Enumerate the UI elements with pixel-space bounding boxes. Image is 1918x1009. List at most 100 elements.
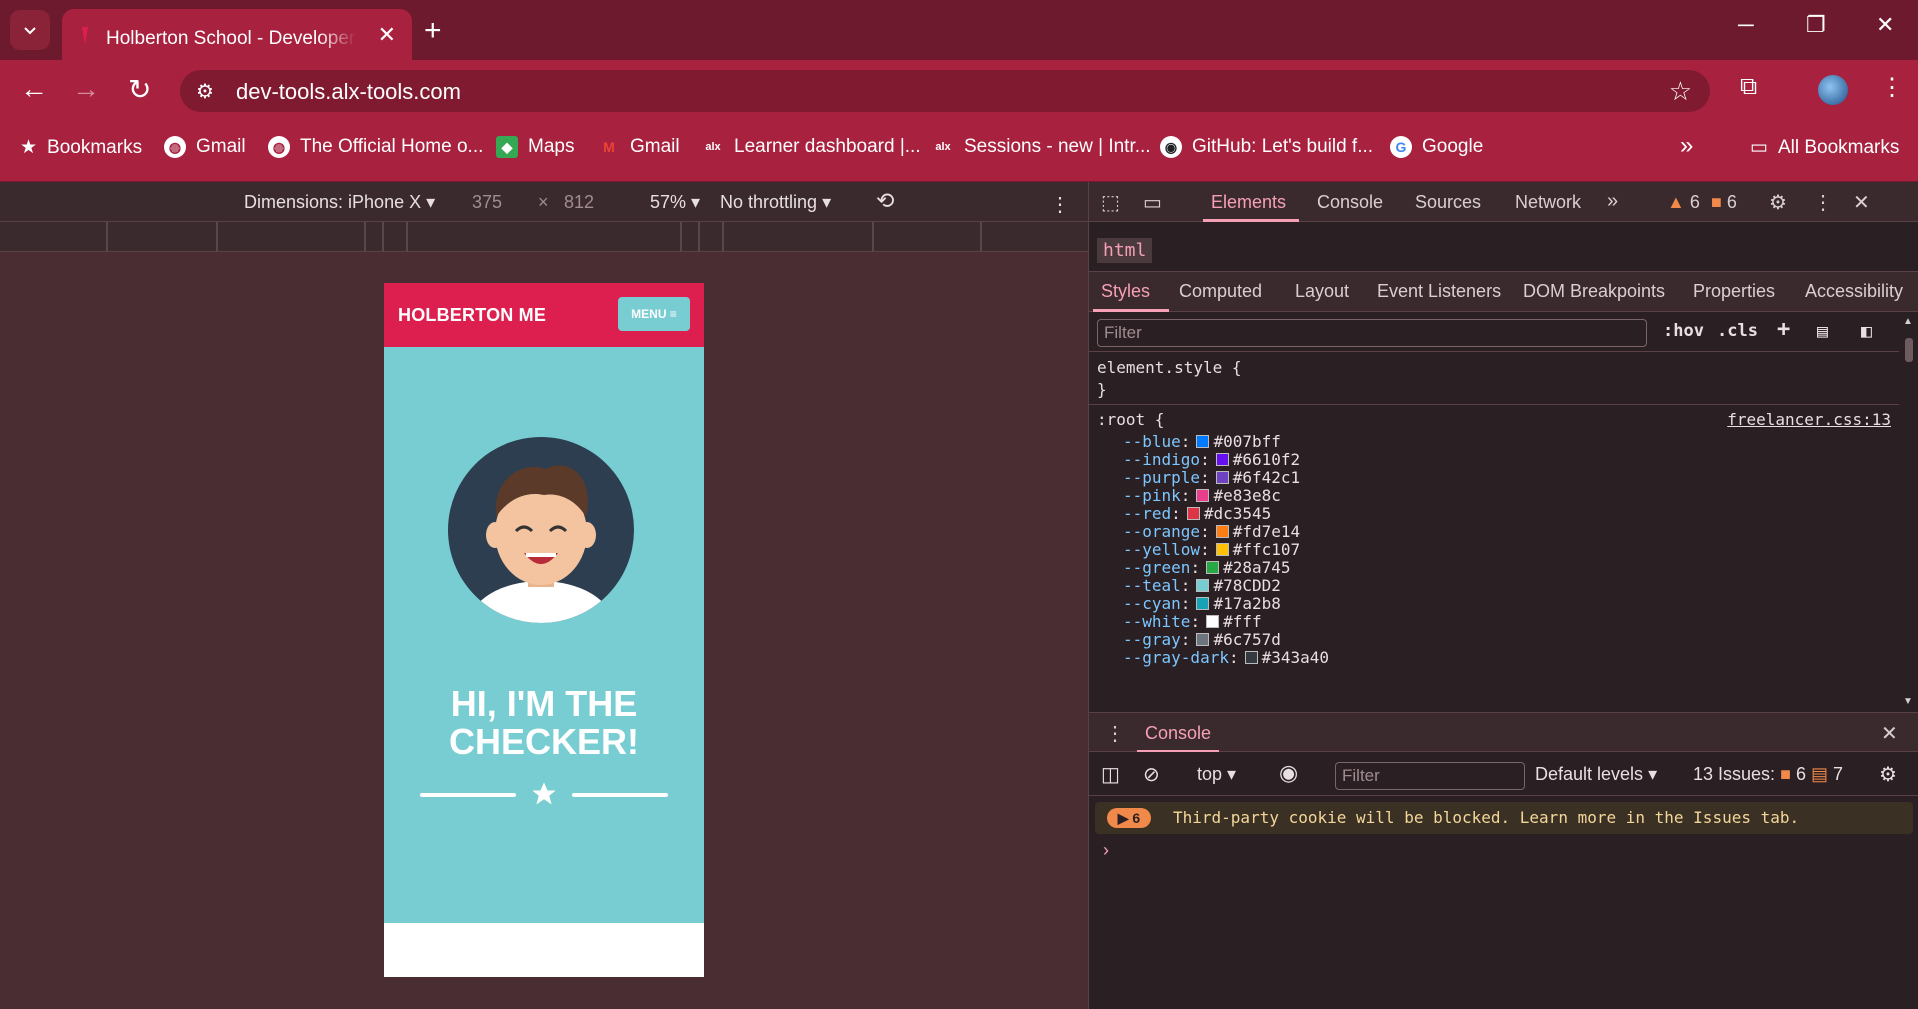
restore-button[interactable]: ❐ xyxy=(1806,12,1826,38)
console-filter-input[interactable]: Filter xyxy=(1335,762,1525,790)
css-variable-value[interactable]: #e83e8c xyxy=(1213,486,1280,505)
console-warning-row[interactable]: ▶ 6 Third-party cookie will be blocked. … xyxy=(1095,802,1913,834)
device-toggle-icon[interactable]: ▭ xyxy=(1143,190,1162,215)
css-variable-row[interactable]: --green: #28a745 xyxy=(1123,558,1291,577)
console-prompt[interactable]: › xyxy=(1103,840,1109,861)
color-swatch[interactable] xyxy=(1215,453,1229,466)
sidebar-toggle-icon[interactable]: ◧ xyxy=(1861,321,1872,342)
cls-toggle[interactable]: .cls xyxy=(1717,321,1758,341)
live-expression-eye-icon[interactable]: ◉ xyxy=(1279,760,1298,786)
profile-avatar[interactable] xyxy=(1818,75,1848,105)
color-swatch[interactable] xyxy=(1206,615,1220,628)
styles-scrollbar[interactable]: ▲ ▼ xyxy=(1899,312,1918,712)
color-swatch[interactable] xyxy=(1215,471,1229,484)
new-tab-button[interactable]: + xyxy=(424,14,442,48)
css-variable-row[interactable]: --orange: #fd7e14 xyxy=(1123,522,1300,541)
bookmark-gmail[interactable]: ◍ Gmail xyxy=(164,136,246,158)
color-swatch[interactable] xyxy=(1215,525,1229,538)
css-variable-value[interactable]: #fd7e14 xyxy=(1233,522,1300,541)
subtab-styles[interactable]: Styles xyxy=(1101,281,1150,302)
bookmark-bookmarks[interactable]: ★ Bookmarks xyxy=(20,136,142,159)
bookmark-google[interactable]: G Google xyxy=(1390,136,1483,158)
warning-count-badge[interactable]: ▶ 6 xyxy=(1107,808,1151,828)
color-swatch[interactable] xyxy=(1215,543,1229,556)
tab-network[interactable]: Network xyxy=(1515,192,1581,213)
browser-tab[interactable]: Holberton School - Developer t ✕ xyxy=(62,9,412,60)
log-levels-select[interactable]: Default levels ▾ xyxy=(1535,764,1657,785)
throttling-select[interactable]: No throttling ▾ xyxy=(720,192,831,213)
site-brand[interactable]: HOLBERTON ME xyxy=(398,305,546,326)
color-swatch[interactable] xyxy=(1196,579,1210,592)
console-settings-gear-icon[interactable]: ⚙ xyxy=(1879,762,1897,787)
css-variable-row[interactable]: --teal: #78CDD2 xyxy=(1123,576,1281,595)
menu-button[interactable]: MENU ≡ xyxy=(618,297,690,331)
subtab-event-listeners[interactable]: Event Listeners xyxy=(1377,281,1501,302)
all-bookmarks-button[interactable]: ▭ All Bookmarks xyxy=(1750,136,1899,159)
subtab-layout[interactable]: Layout xyxy=(1295,281,1349,302)
subtab-accessibility[interactable]: Accessibility xyxy=(1805,281,1903,302)
css-variable-value[interactable]: #17a2b8 xyxy=(1213,594,1280,613)
css-variable-row[interactable]: --purple: #6f42c1 xyxy=(1123,468,1300,487)
issues-counter[interactable]: ■ 6 xyxy=(1711,192,1737,213)
url-text[interactable]: dev-tools.alx-tools.com xyxy=(236,79,461,105)
close-window-button[interactable]: ✕ xyxy=(1876,12,1894,38)
css-variable-row[interactable]: --red: #dc3545 xyxy=(1123,504,1271,523)
close-drawer-icon[interactable]: ✕ xyxy=(1881,721,1898,746)
drawer-tab-console[interactable]: Console xyxy=(1145,723,1211,744)
tab-elements[interactable]: Elements xyxy=(1211,192,1286,213)
css-variable-row[interactable]: --pink: #e83e8c xyxy=(1123,486,1281,505)
css-variable-value[interactable]: #6610f2 xyxy=(1233,450,1300,469)
site-info-icon[interactable]: ⚙ xyxy=(196,79,214,104)
bookmark-learner-dashboard[interactable]: alx Learner dashboard |... xyxy=(702,136,920,158)
source-link[interactable]: freelancer.css:13 xyxy=(1727,410,1891,429)
css-variable-row[interactable]: --blue: #007bff xyxy=(1123,432,1281,451)
extensions-icon[interactable]: ⧉ xyxy=(1740,73,1757,101)
bookmark-github[interactable]: ◉ GitHub: Let's build f... xyxy=(1160,136,1373,158)
height-input[interactable]: 812 xyxy=(564,192,594,213)
clear-console-icon[interactable]: ⊘ xyxy=(1143,762,1160,787)
rotate-icon[interactable]: ⟲ xyxy=(876,188,894,214)
back-arrow-icon[interactable]: ← xyxy=(20,73,48,105)
bookmark-maps[interactable]: ◆ Maps xyxy=(496,136,574,158)
more-bookmarks-icon[interactable]: » xyxy=(1680,132,1693,160)
css-variable-row[interactable]: --indigo: #6610f2 xyxy=(1123,450,1300,469)
drawer-menu-icon[interactable]: ⋮ xyxy=(1105,721,1125,746)
paint-icon[interactable]: ▤ xyxy=(1817,321,1828,342)
context-select[interactable]: top ▾ xyxy=(1197,764,1236,785)
tab-close-icon[interactable]: ✕ xyxy=(378,22,396,48)
tab-console[interactable]: Console xyxy=(1317,192,1383,213)
color-swatch[interactable] xyxy=(1206,561,1220,574)
color-swatch[interactable] xyxy=(1196,489,1210,502)
device-select[interactable]: Dimensions: iPhone X ▾ xyxy=(244,192,435,213)
minimize-button[interactable]: ─ xyxy=(1738,12,1754,38)
issues-summary[interactable]: 13 Issues: ■ 6 ▤ 7 xyxy=(1693,764,1843,785)
zoom-select[interactable]: 57% ▾ xyxy=(650,192,700,213)
css-variable-value[interactable]: #28a745 xyxy=(1223,558,1290,577)
styles-filter-input[interactable]: Filter xyxy=(1097,319,1647,347)
reload-icon[interactable]: ↻ xyxy=(128,73,151,106)
css-variable-value[interactable]: #78CDD2 xyxy=(1213,576,1280,595)
new-rule-icon[interactable]: + xyxy=(1777,317,1790,342)
tab-search-button[interactable] xyxy=(10,10,50,50)
css-variable-row[interactable]: --gray: #6c757d xyxy=(1123,630,1281,649)
color-swatch[interactable] xyxy=(1196,435,1210,448)
css-variable-row[interactable]: --gray-dark: #343a40 xyxy=(1123,648,1329,667)
color-swatch[interactable] xyxy=(1196,597,1210,610)
subtab-computed[interactable]: Computed xyxy=(1179,281,1262,302)
tab-sources[interactable]: Sources xyxy=(1415,192,1481,213)
bookmark-sessions[interactable]: alx Sessions - new | Intr... xyxy=(932,136,1150,158)
width-input[interactable]: 375 xyxy=(472,192,502,213)
color-swatch[interactable] xyxy=(1244,651,1258,664)
inspect-element-icon[interactable]: ⬚ xyxy=(1101,190,1120,215)
chrome-menu-icon[interactable]: ⋮ xyxy=(1880,73,1904,102)
breadcrumb-html[interactable]: html xyxy=(1097,238,1153,263)
more-tabs-icon[interactable]: » xyxy=(1607,190,1618,213)
css-variable-value[interactable]: #007bff xyxy=(1213,432,1280,451)
bookmark-official-home[interactable]: ◍ The Official Home o... xyxy=(268,136,483,158)
css-variable-row[interactable]: --cyan: #17a2b8 xyxy=(1123,594,1281,613)
color-swatch[interactable] xyxy=(1196,633,1210,646)
css-variable-value[interactable]: #343a40 xyxy=(1262,648,1329,667)
close-devtools-icon[interactable]: ✕ xyxy=(1853,190,1870,215)
warnings-counter[interactable]: ▲ 6 xyxy=(1667,192,1700,213)
bookmark-gmail-2[interactable]: M Gmail xyxy=(598,136,679,158)
